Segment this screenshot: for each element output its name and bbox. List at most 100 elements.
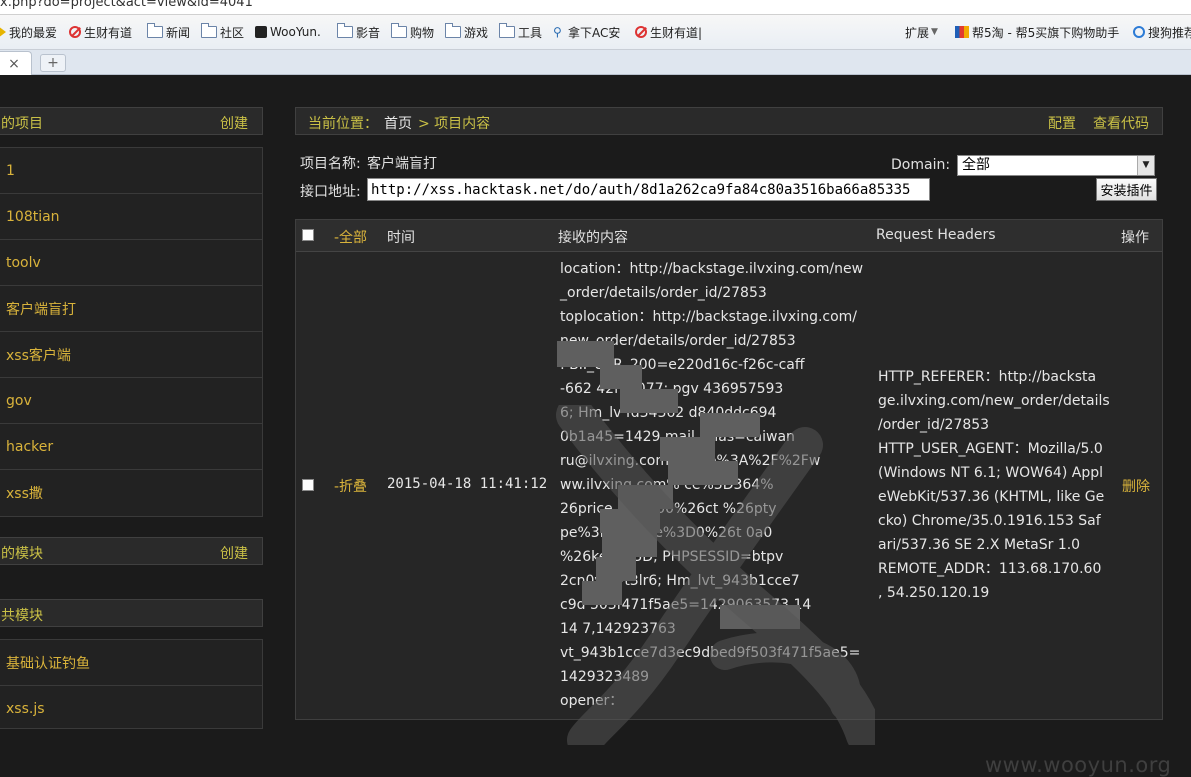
close-icon: × <box>8 55 20 72</box>
redaction-block <box>596 557 636 581</box>
view-code-link[interactable]: 查看代码 <box>1093 113 1149 133</box>
sidebar-item-project[interactable]: xss撒 <box>0 470 262 516</box>
my-modules-title: 的模块 <box>1 546 43 562</box>
content-line: _order/details/order_id/27853 <box>560 285 767 301</box>
bookmark-news[interactable]: 新闻 <box>147 23 190 40</box>
project-name-label: 项目名称: <box>300 156 361 172</box>
bookmark-favorites[interactable]: 我的最爱 <box>0 24 57 40</box>
address-bar[interactable]: x.php?do=project&act=view&id=4041 <box>0 0 1191 15</box>
my-projects-title: 的项目 <box>1 116 43 132</box>
bang5tao-helper[interactable]: 帮5淘 - 帮5买旗下购物助手 <box>955 24 1119 40</box>
public-modules-header: 共模块 <box>0 599 263 627</box>
no-sign-icon <box>69 26 81 38</box>
plus-icon: + <box>47 55 59 71</box>
sidebar-item-project[interactable]: 客户端盲打 <box>0 286 262 332</box>
close-tab-button[interactable]: × <box>0 51 32 75</box>
bookmark-shengcai-2[interactable]: 生财有道| <box>635 24 702 40</box>
bookmark-shengcai[interactable]: 生财有道 <box>69 24 132 40</box>
table-header: -全部 时间 接收的内容 Request Headers 操作 <box>296 220 1162 252</box>
tab-bar: × + <box>0 50 1191 75</box>
header-line: REMOTE_ADDR：113.68.170.60 <box>878 561 1102 577</box>
public-modules-title: 共模块 <box>1 608 43 624</box>
watermark: www.wooyun.org <box>985 753 1172 777</box>
folder-icon <box>391 23 407 38</box>
create-project-link[interactable]: 创建 <box>220 113 248 133</box>
my-modules-header: 的模块 创建 <box>0 537 263 565</box>
chevron-down-icon: ▼ <box>931 27 938 37</box>
breadcrumb-home-link[interactable]: 首页 <box>384 113 412 133</box>
sidebar-item-project[interactable]: 1 <box>0 148 262 194</box>
select-all-checkbox[interactable] <box>302 229 314 241</box>
column-time: 时间 <box>387 230 415 246</box>
bang5tao-icon <box>955 26 969 38</box>
bookmark-community[interactable]: 社区 <box>201 23 244 40</box>
api-url-label: 接口地址: <box>300 184 361 200</box>
expand-all-toggle[interactable]: -全部 <box>334 227 367 247</box>
header-line: , 54.250.120.19 <box>878 585 990 601</box>
row-checkbox[interactable] <box>302 479 314 491</box>
header-line: HTTP_USER_AGENT：Mozilla/5.0 <box>878 441 1103 457</box>
redaction-block <box>600 509 660 533</box>
sidebar-item-project[interactable]: 108tian <box>0 194 262 240</box>
ac-icon: ⚲ <box>553 25 562 39</box>
config-link[interactable]: 配置 <box>1048 113 1076 133</box>
page-content: 的项目 创建 1 108tian toolv 客户端盲打 xss客户端 gov … <box>0 75 1191 777</box>
bookmark-shopping[interactable]: 购物 <box>391 23 434 40</box>
install-plugin-button[interactable]: 安装插件 <box>1096 178 1157 201</box>
sidebar-item-project[interactable]: toolv <box>0 240 262 286</box>
content-line: toplocation：http://backstage.ilvxing.com… <box>560 309 858 325</box>
redaction-block <box>602 533 657 557</box>
extensions-icon <box>890 26 902 38</box>
column-content: 接收的内容 <box>558 230 628 246</box>
sidebar-item-public-module[interactable]: 基础认证钓鱼 <box>0 640 262 686</box>
bookmark-wooyun[interactable]: WooYun. <box>255 24 321 40</box>
bookmark-media[interactable]: 影音 <box>337 23 380 40</box>
extensions-menu[interactable]: 扩展 ▼ <box>890 24 938 40</box>
address-text[interactable]: x.php?do=project&act=view&id=4041 <box>0 0 253 10</box>
redaction-block <box>600 365 642 389</box>
project-name: 客户端盲打 <box>367 156 437 172</box>
bookmark-ac[interactable]: ⚲ 拿下AC安 <box>553 24 620 40</box>
api-url-field[interactable] <box>367 178 930 201</box>
redaction-block <box>620 389 678 413</box>
create-module-link[interactable]: 创建 <box>220 543 248 563</box>
header-line: /order_id/27853 <box>878 417 990 433</box>
row-content: location：http://backstage.ilvxing.com/ne… <box>560 257 863 713</box>
domain-select[interactable]: 全部 ▼ <box>957 155 1155 176</box>
redaction-block <box>618 485 673 509</box>
search-icon <box>1133 26 1145 38</box>
row-time: 2015-04-18 11:41:12 <box>387 476 548 492</box>
project-list: 1 108tian toolv 客户端盲打 xss客户端 gov hacker … <box>0 147 263 517</box>
content-line: opener： <box>560 693 624 709</box>
bookmark-games[interactable]: 游戏 <box>445 23 488 40</box>
breadcrumb: 当前位置： 首页 > 项目内容 配置 查看代码 <box>295 107 1163 135</box>
sogou-recommend[interactable]: 搜狗推荐 <box>1133 24 1191 40</box>
domain-select-value: 全部 <box>962 157 990 173</box>
header-line: HTTP_REFERER：http://backsta <box>878 369 1097 385</box>
sidebar-item-project[interactable]: gov <box>0 378 262 424</box>
redaction-block <box>668 461 738 485</box>
sidebar-item-project[interactable]: xss客户端 <box>0 332 262 378</box>
content-line: 1429323489 <box>560 669 650 685</box>
folder-icon <box>445 23 461 38</box>
redaction-block <box>720 605 800 629</box>
column-action: 操作 <box>1121 230 1149 246</box>
redaction-block <box>557 341 614 367</box>
redaction-block <box>582 581 622 605</box>
chevron-down-icon[interactable]: ▼ <box>1137 156 1154 175</box>
collapse-toggle[interactable]: -折叠 <box>334 476 367 496</box>
header-line: eWebKit/537.36 (KHTML, like Ge <box>878 489 1105 505</box>
bookmark-tools[interactable]: 工具 <box>499 23 542 40</box>
sidebar-item-public-module[interactable]: xss.js <box>0 686 262 732</box>
folder-icon <box>337 23 353 38</box>
header-line: ge.ilvxing.com/new_order/details <box>878 393 1110 409</box>
redaction-block <box>660 437 715 461</box>
row-request-headers: HTTP_REFERER：http://backsta ge.ilvxing.c… <box>878 365 1110 605</box>
breadcrumb-current: > 项目内容 <box>418 116 491 132</box>
header-line: ari/537.36 SE 2.X MetaSr 1.0 <box>878 537 1081 553</box>
sidebar-item-project[interactable]: hacker <box>0 424 262 470</box>
bookmarks-bar: 我的最爱 生财有道 新闻 社区 WooYun. 影音 购物 游戏 工具 ⚲ 拿下A… <box>0 15 1191 50</box>
folder-icon <box>499 23 515 38</box>
new-tab-button[interactable]: + <box>40 54 66 72</box>
delete-link[interactable]: 删除 <box>1122 476 1150 496</box>
